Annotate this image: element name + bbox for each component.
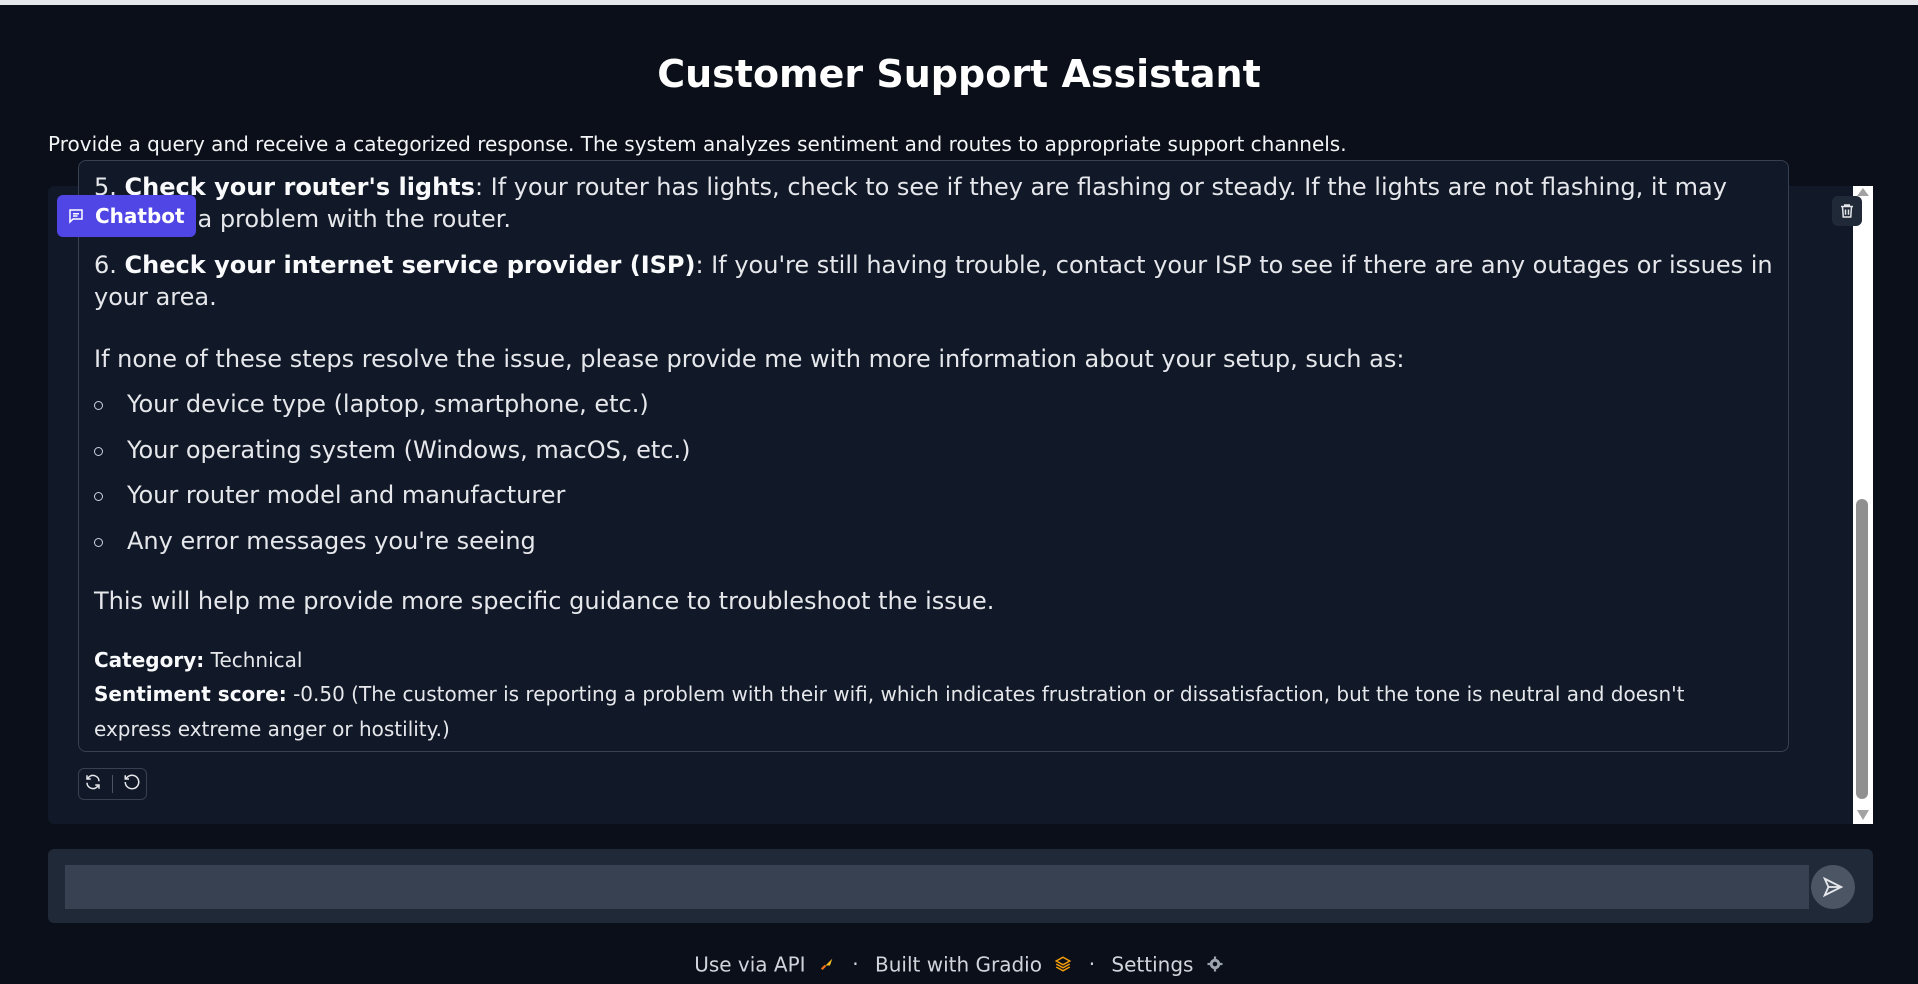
undo-button[interactable]: [123, 773, 141, 795]
bullet-icon: [94, 538, 103, 547]
sentiment-line: Sentiment score: -0.50 (The customer is …: [94, 682, 1685, 706]
use-api-link[interactable]: Use via API: [694, 951, 842, 976]
actions-divider: [112, 775, 113, 793]
chat-bubble-icon: [69, 209, 83, 224]
step-5-line: 5. Check your router's lights: If your r…: [94, 173, 1727, 201]
retry-icon: [86, 774, 100, 790]
scroll-up-arrow[interactable]: [1857, 188, 1869, 196]
step-6-line: 6. Check your internet service provider …: [94, 251, 1773, 279]
retry-button[interactable]: [84, 773, 102, 795]
message-input-bar: [48, 849, 1873, 923]
footer-separator: ·: [852, 951, 859, 976]
send-button[interactable]: [1811, 865, 1855, 909]
gear-icon: [1207, 956, 1223, 972]
intro-text: If none of these steps resolve the issue…: [94, 345, 1405, 373]
rocket-icon: [820, 959, 833, 971]
chatbot-label-text: Chatbot: [95, 204, 185, 228]
page-description: Provide a query and receive a categorize…: [48, 132, 1347, 156]
footer: Use via API · Built with Gradio · Settin…: [0, 950, 1918, 976]
bot-message: 5. Check your router's lights: If your r…: [78, 160, 1789, 752]
bullet-icon: [94, 492, 103, 501]
bullet-icon: [94, 401, 103, 410]
closing-text: This will help me provide more specific …: [94, 587, 995, 615]
message-actions: [78, 768, 147, 800]
gradio-logo-icon: [1055, 956, 1072, 972]
top-border: [0, 0, 1918, 5]
clear-chat-button[interactable]: [1832, 196, 1862, 226]
step-6-continuation: your area.: [94, 283, 217, 311]
chatbot-label: Chatbot: [57, 195, 196, 237]
scroll-down-arrow[interactable]: [1857, 810, 1869, 820]
send-icon: [1822, 876, 1844, 898]
message-input[interactable]: [65, 865, 1809, 909]
sentiment-continuation: express extreme anger or hostility.): [94, 717, 450, 741]
trash-icon: [1841, 204, 1853, 218]
category-line: Category: Technical: [94, 648, 303, 672]
page-title: Customer Support Assistant: [657, 52, 1261, 96]
bullet-icon: [94, 447, 103, 456]
undo-icon: [124, 774, 140, 790]
scroll-thumb[interactable]: [1856, 499, 1868, 799]
footer-separator: ·: [1088, 951, 1096, 976]
settings-link[interactable]: Settings: [1111, 951, 1223, 976]
chat-scrollbar[interactable]: [1853, 186, 1873, 824]
built-with-gradio-link[interactable]: Built with Gradio: [875, 951, 1079, 976]
